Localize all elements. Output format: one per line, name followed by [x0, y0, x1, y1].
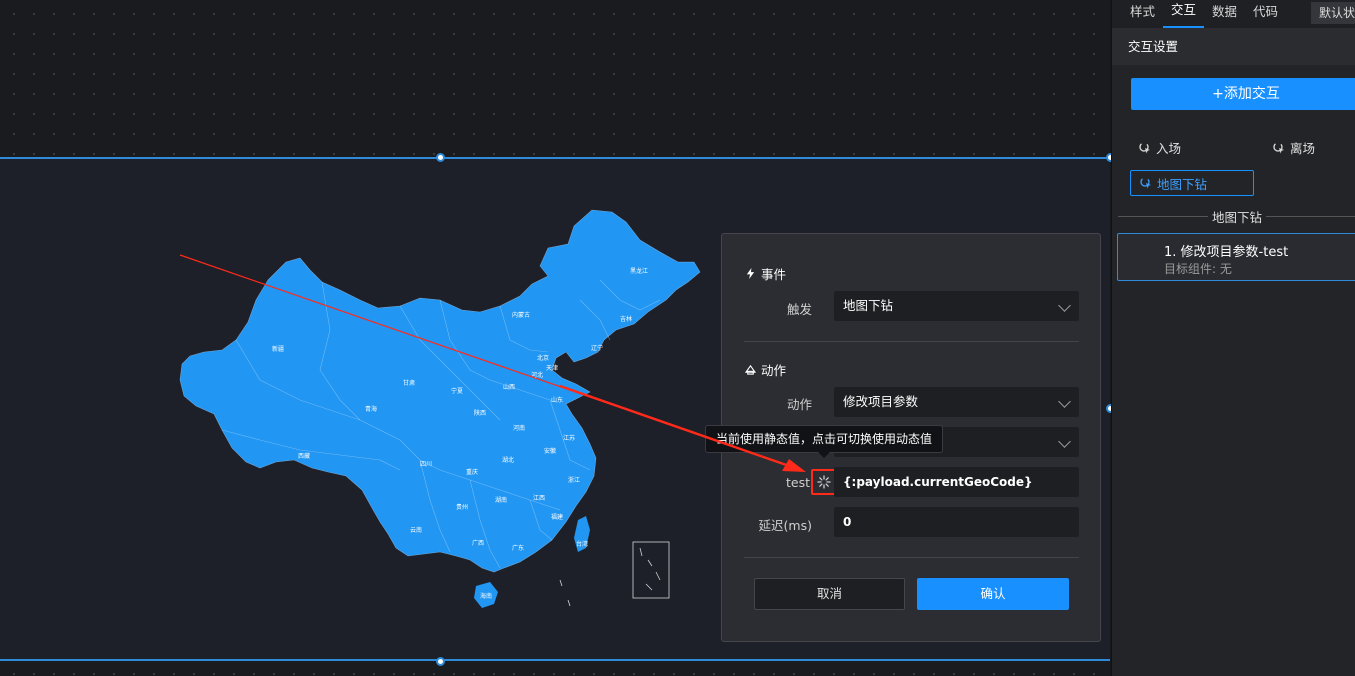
cancel-button[interactable]: 取消 [754, 578, 905, 610]
event-enter[interactable]: 入场 [1138, 138, 1181, 157]
interaction-card-title: 1. 修改项目参数-test [1164, 245, 1289, 260]
tab-data[interactable]: 数据 [1204, 1, 1245, 28]
label-jilin: 吉林 [620, 315, 632, 323]
label-chongqing: 重庆 [466, 468, 478, 476]
label-sichuan: 四川 [420, 461, 432, 468]
confirm-button[interactable]: 确认 [917, 578, 1069, 610]
trigger-select[interactable]: 地图下钻 [834, 291, 1079, 321]
label-henan: 河南 [513, 424, 525, 432]
loading-icon [817, 475, 831, 489]
label-heilongjiang: 黑龙江 [630, 267, 648, 275]
label-gansu: 甘肃 [403, 379, 415, 387]
event-map-drilldown[interactable]: 地图下钻 [1130, 170, 1254, 196]
properties-panel: 样式 交互 数据 代码 默认状 交互设置 +添加交互 入场 离场 地图下钻 地图… [1111, 0, 1355, 676]
label-tianjin: 天津 [546, 365, 558, 372]
chevron-down-icon [1058, 395, 1071, 408]
china-map-shape[interactable] [179, 209, 701, 608]
label-xizang: 西藏 [298, 452, 310, 460]
interaction-card-subtitle: 目标组件: 无 [1164, 262, 1232, 276]
label-shaanxi: 陕西 [474, 409, 486, 417]
label-guangdong: 广东 [512, 544, 524, 552]
south-sea-inset [632, 541, 670, 599]
action-label: 动作 [786, 397, 812, 412]
param-label: test [785, 475, 810, 490]
state-select[interactable]: 默认状 [1311, 2, 1355, 24]
label-ningxia: 宁夏 [451, 387, 463, 395]
label-yunnan: 云南 [410, 526, 422, 534]
label-jiangsu: 江苏 [563, 434, 575, 442]
divider [744, 557, 1079, 558]
action-section-title: 动作 [761, 363, 787, 378]
tab-style[interactable]: 样式 [1122, 1, 1163, 28]
event-section-title: 事件 [761, 267, 787, 282]
label-fujian: 福建 [551, 513, 563, 521]
event-leave[interactable]: 离场 [1272, 138, 1315, 157]
action-select[interactable]: 修改项目参数 [834, 387, 1079, 417]
cursor-click-icon [1139, 141, 1150, 153]
label-taiwan: 台湾 [576, 540, 588, 548]
divider [744, 341, 1079, 342]
tab-interaction[interactable]: 交互 [1163, 0, 1205, 28]
tab-code[interactable]: 代码 [1245, 1, 1286, 28]
chevron-down-icon [1058, 299, 1071, 312]
section-title: 交互设置 [1112, 29, 1355, 65]
label-shanxi: 山西 [503, 383, 515, 391]
delay-input[interactable]: 0 [834, 507, 1079, 537]
label-anhui: 安徽 [544, 447, 556, 455]
label-qinghai: 青海 [365, 405, 377, 413]
label-hainan: 海南 [480, 592, 492, 600]
label-liaoning: 辽宁 [591, 344, 603, 352]
label-xinjiang: 新疆 [272, 345, 284, 353]
trigger-value: 地图下钻 [843, 298, 894, 313]
label-hubei: 湖北 [502, 456, 514, 464]
event-map-drilldown-label: 地图下钻 [1157, 176, 1208, 192]
label-neimenggu: 内蒙古 [512, 311, 530, 319]
label-hebei: 河北 [531, 371, 543, 379]
cursor-click-icon [1140, 177, 1151, 189]
label-beijing: 北京 [537, 354, 549, 362]
cursor-click-icon [1273, 141, 1284, 153]
chevron-down-icon [1058, 435, 1071, 448]
action-section-header: 动作 [745, 360, 786, 379]
toggle-tooltip: 当前使用静态值，点击可切换使用动态值 [705, 425, 943, 458]
label-hunan: 湖南 [495, 496, 507, 504]
group-title: 地图下钻 [1118, 207, 1355, 225]
trigger-label: 触发 [786, 302, 812, 317]
label-shandong: 山东 [551, 396, 563, 404]
action-icon [745, 364, 756, 375]
label-guizhou: 贵州 [456, 503, 468, 511]
event-enter-label: 入场 [1156, 141, 1182, 156]
label-zhejiang: 浙江 [568, 476, 580, 484]
event-leave-label: 离场 [1290, 141, 1316, 156]
label-jiangxi: 江西 [533, 495, 545, 502]
interaction-card[interactable]: 1. 修改项目参数-test 目标组件: 无 [1117, 233, 1355, 281]
action-value: 修改项目参数 [843, 394, 919, 409]
lightning-icon [746, 268, 755, 279]
param-value-input[interactable]: {:payload.currentGeoCode} [834, 467, 1079, 497]
properties-tabs: 样式 交互 数据 代码 默认状 [1112, 0, 1355, 29]
add-interaction-button[interactable]: +添加交互 [1131, 78, 1355, 110]
delay-label: 延迟(ms) [758, 518, 812, 533]
label-guangxi: 广西 [472, 539, 484, 547]
event-section-header: 事件 [745, 264, 786, 283]
